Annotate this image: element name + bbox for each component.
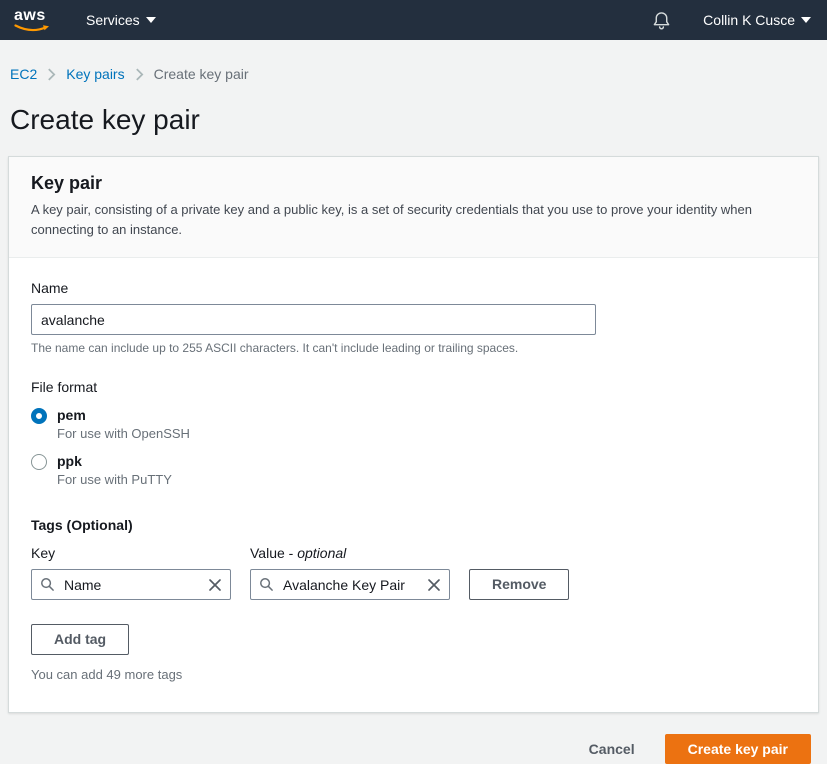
file-format-label: File format (31, 379, 798, 395)
notifications-bell-icon[interactable] (652, 11, 671, 30)
aws-smile-icon (14, 24, 52, 33)
breadcrumb-separator-icon (47, 68, 56, 81)
search-icon (259, 577, 274, 592)
radio-unselected-icon[interactable] (31, 454, 47, 470)
tag-value-input-wrap (250, 569, 450, 600)
tag-key-input[interactable] (62, 576, 201, 594)
breadcrumb-current: Create key pair (154, 66, 249, 82)
cancel-button[interactable]: Cancel (589, 741, 635, 757)
breadcrumb: EC2 Key pairs Create key pair (10, 66, 827, 82)
breadcrumb-link-key-pairs[interactable]: Key pairs (66, 66, 124, 82)
chevron-down-icon (146, 17, 156, 23)
radio-option-pem[interactable]: pem For use with OpenSSH (31, 407, 798, 441)
tag-value-optional-label: optional (297, 545, 346, 561)
key-pair-name-input[interactable] (31, 304, 596, 335)
footer-actions: Cancel Create key pair (0, 734, 811, 764)
close-icon (427, 578, 441, 592)
radio-pem-description: For use with OpenSSH (57, 426, 190, 441)
radio-option-ppk[interactable]: ppk For use with PuTTY (31, 453, 798, 487)
tag-value-label: Value - optional (250, 545, 450, 561)
remove-tag-button[interactable]: Remove (469, 569, 569, 600)
close-icon (208, 578, 222, 592)
create-key-pair-button[interactable]: Create key pair (665, 734, 811, 764)
radio-selected-icon[interactable] (31, 408, 47, 424)
clear-value-button[interactable] (427, 578, 441, 592)
panel-body: Name The name can include up to 255 ASCI… (9, 258, 818, 712)
tag-key-label: Key (31, 545, 231, 561)
radio-ppk-label: ppk (57, 453, 172, 469)
tag-value-input[interactable] (281, 576, 420, 594)
name-field-help-text: The name can include up to 255 ASCII cha… (31, 341, 798, 355)
tags-row: Key Value - optional (31, 545, 798, 600)
topnav-right-group: Collin K Cusce (652, 11, 813, 30)
page-title: Create key pair (10, 104, 827, 136)
services-menu[interactable]: Services (86, 12, 156, 28)
radio-pem-label: pem (57, 407, 190, 423)
add-tag-button[interactable]: Add tag (31, 624, 129, 655)
search-icon (40, 577, 55, 592)
tags-remaining-note: You can add 49 more tags (31, 667, 798, 682)
key-pair-panel: Key pair A key pair, consisting of a pri… (8, 156, 819, 713)
user-account-menu[interactable]: Collin K Cusce (703, 12, 811, 28)
aws-logo[interactable]: aws (14, 7, 52, 33)
panel-title: Key pair (31, 173, 798, 194)
breadcrumb-link-ec2[interactable]: EC2 (10, 66, 37, 82)
tag-key-input-wrap (31, 569, 231, 600)
top-navigation-bar: aws Services Collin K Cusce (0, 0, 827, 40)
radio-ppk-description: For use with PuTTY (57, 472, 172, 487)
services-menu-label: Services (86, 12, 140, 28)
aws-logo-text: aws (14, 7, 52, 25)
user-name: Collin K Cusce (703, 12, 795, 28)
panel-header: Key pair A key pair, consisting of a pri… (9, 157, 818, 258)
panel-description: A key pair, consisting of a private key … (31, 200, 798, 239)
name-field-label: Name (31, 280, 798, 296)
breadcrumb-separator-icon (135, 68, 144, 81)
tags-section-label: Tags (Optional) (31, 517, 798, 533)
chevron-down-icon (801, 17, 811, 23)
clear-key-button[interactable] (208, 578, 222, 592)
